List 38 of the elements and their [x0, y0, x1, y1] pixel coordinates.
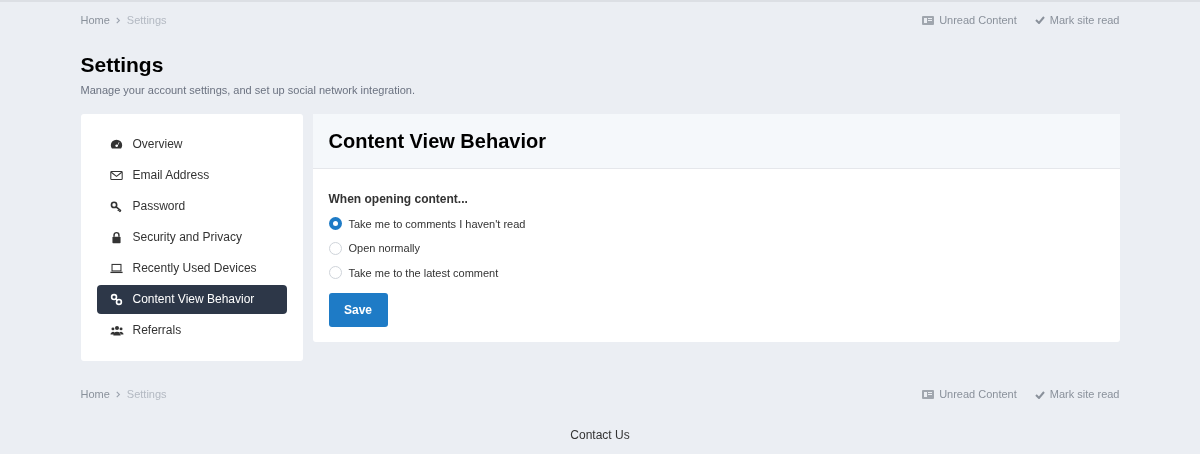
save-button[interactable]: Save: [328, 293, 388, 327]
newspaper-icon: [922, 390, 935, 399]
radio-label: Take me to comments I haven't read: [348, 216, 526, 232]
panel-title: Content View Behavior: [328, 128, 546, 154]
radio-button[interactable]: [328, 241, 342, 255]
unread-content-link[interactable]: Unread Content: [922, 11, 1017, 29]
sidebar-item[interactable]: Security and Privacy: [96, 222, 287, 252]
radio-button[interactable]: [328, 266, 342, 280]
users-icon: [109, 323, 124, 337]
sidebar-item[interactable]: Password: [96, 191, 287, 221]
sidebar-item[interactable]: Recently Used Devices: [96, 253, 287, 283]
checkmark-icon: [1034, 390, 1045, 399]
sidebar-item[interactable]: Content View Behavior: [96, 284, 287, 314]
unread-content-link[interactable]: Unread Content: [922, 386, 1017, 403]
mark-site-read-link[interactable]: Mark site read: [1034, 386, 1120, 403]
gauge-icon: [110, 137, 123, 151]
envelope-icon: [110, 168, 123, 182]
radio-label: Take me to the latest comment: [348, 265, 499, 281]
question-label: When opening content...: [328, 190, 469, 208]
page-title: Settings: [80, 52, 165, 78]
page-subtitle: Manage your account settings, and set up social network integration.: [80, 83, 416, 98]
lock-icon: [110, 230, 123, 244]
newspaper-icon: [922, 15, 935, 25]
checkmark-icon: [1034, 16, 1045, 24]
radio-label: Open normally: [348, 241, 421, 256]
breadcrumb-link[interactable]: Home: [80, 386, 110, 403]
sidebar-item[interactable]: Email Address: [96, 160, 287, 190]
link-icon: [110, 292, 123, 306]
contact-us-link[interactable]: Contact Us: [570, 425, 630, 444]
radio-button[interactable]: [328, 217, 342, 231]
sidebar-item[interactable]: Overview: [96, 129, 287, 159]
chevron-icon: [114, 16, 122, 24]
mark-site-read-link[interactable]: Mark site read: [1034, 11, 1120, 29]
chevron-icon: [114, 391, 122, 398]
key-icon: [110, 199, 123, 213]
breadcrumb-link[interactable]: Home: [80, 11, 110, 29]
sidebar-item[interactable]: Referrals: [96, 315, 287, 345]
laptop-icon: [110, 261, 123, 275]
